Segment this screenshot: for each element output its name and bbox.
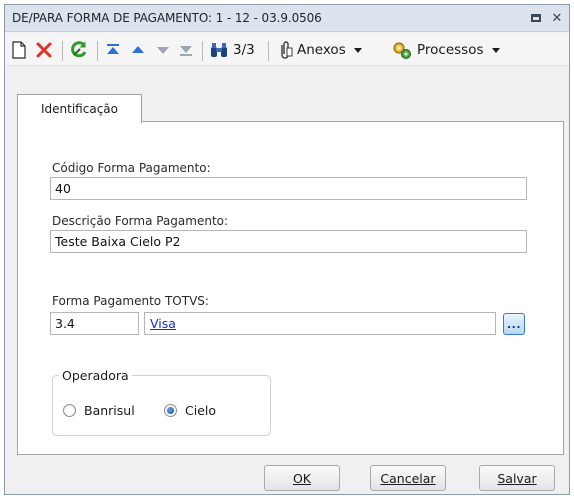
codigo-label: Código Forma Pagamento: [52,161,211,175]
close-button[interactable]: ✕ [548,9,566,27]
refresh-icon [71,41,87,58]
tab-identificacao[interactable]: Identificação [17,94,142,123]
toolbar-separator [62,41,63,61]
dialog-window: DE/PARA FORMA DE PAGAMENTO: 1 - 12 - 03.… [4,4,570,495]
totvs-code-field[interactable]: 3.4 [50,312,139,335]
restore-button[interactable] [527,9,545,27]
save-button[interactable]: Salvar [479,465,555,491]
window-title: DE/PARA FORMA DE PAGAMENTO: 1 - 12 - 03.… [12,11,322,25]
toolbar-separator [202,41,203,61]
new-document-icon [12,41,26,59]
radio-label: Banrisul [84,403,135,418]
attachments-menu[interactable]: Anexos [277,39,362,61]
binoculars-icon [211,43,227,57]
tab-label: Identificação [41,102,118,116]
next-record-icon [157,47,169,54]
find-button[interactable]: 3/3 [209,39,255,61]
attachments-label: Anexos [297,42,346,58]
paperclip-icon [281,41,293,59]
previous-record-button[interactable] [130,39,146,61]
descricao-field[interactable]: Teste Baixa Cielo P2 [50,230,527,253]
tab-panel-identificacao: Código Forma Pagamento: 40 Descrição For… [17,121,564,455]
radio-label: Cielo [185,403,217,418]
totvs-label: Forma Pagamento TOTVS: [52,294,209,308]
radio-cielo[interactable]: Cielo [164,403,216,418]
processes-label: Processos [417,42,484,58]
delete-x-icon [36,42,52,58]
ellipsis-icon: ... [506,317,522,331]
chevron-down-icon [353,47,362,53]
descricao-label: Descrição Forma Pagamento: [52,214,229,228]
cancel-button[interactable]: Cancelar [370,465,446,491]
new-button[interactable] [11,39,27,61]
chevron-down-icon [491,47,500,53]
restore-icon [531,14,541,22]
operadora-title: Operadora [59,368,132,383]
tab-strip: Identificação [17,94,564,123]
previous-record-icon [132,46,144,53]
totvs-name-link[interactable]: Visa [144,312,496,335]
lookup-button[interactable]: ... [503,313,525,335]
codigo-field[interactable]: 40 [50,177,527,200]
gears-icon [393,42,411,59]
title-bar: DE/PARA FORMA DE PAGAMENTO: 1 - 12 - 03.… [5,5,569,32]
radio-checked-icon [164,404,177,417]
last-record-button[interactable] [178,39,194,61]
processes-menu[interactable]: Processos [391,39,500,61]
last-record-icon [180,46,192,56]
toolbar-separator [97,41,98,61]
toolbar-separator [268,41,269,61]
refresh-button[interactable] [69,39,89,61]
first-record-icon [107,44,119,54]
radio-unchecked-icon [63,404,76,417]
radio-banrisul[interactable]: Banrisul [63,403,135,418]
ok-button[interactable]: OK [264,465,340,491]
first-record-button[interactable] [105,39,121,61]
toolbar: 3/3 Anexos Processos [5,33,569,66]
close-icon: ✕ [551,10,563,26]
record-counter: 3/3 [233,42,255,58]
next-record-button[interactable] [155,39,171,61]
delete-button[interactable] [35,39,53,61]
operadora-group: Operadora Banrisul Cielo [52,368,271,436]
